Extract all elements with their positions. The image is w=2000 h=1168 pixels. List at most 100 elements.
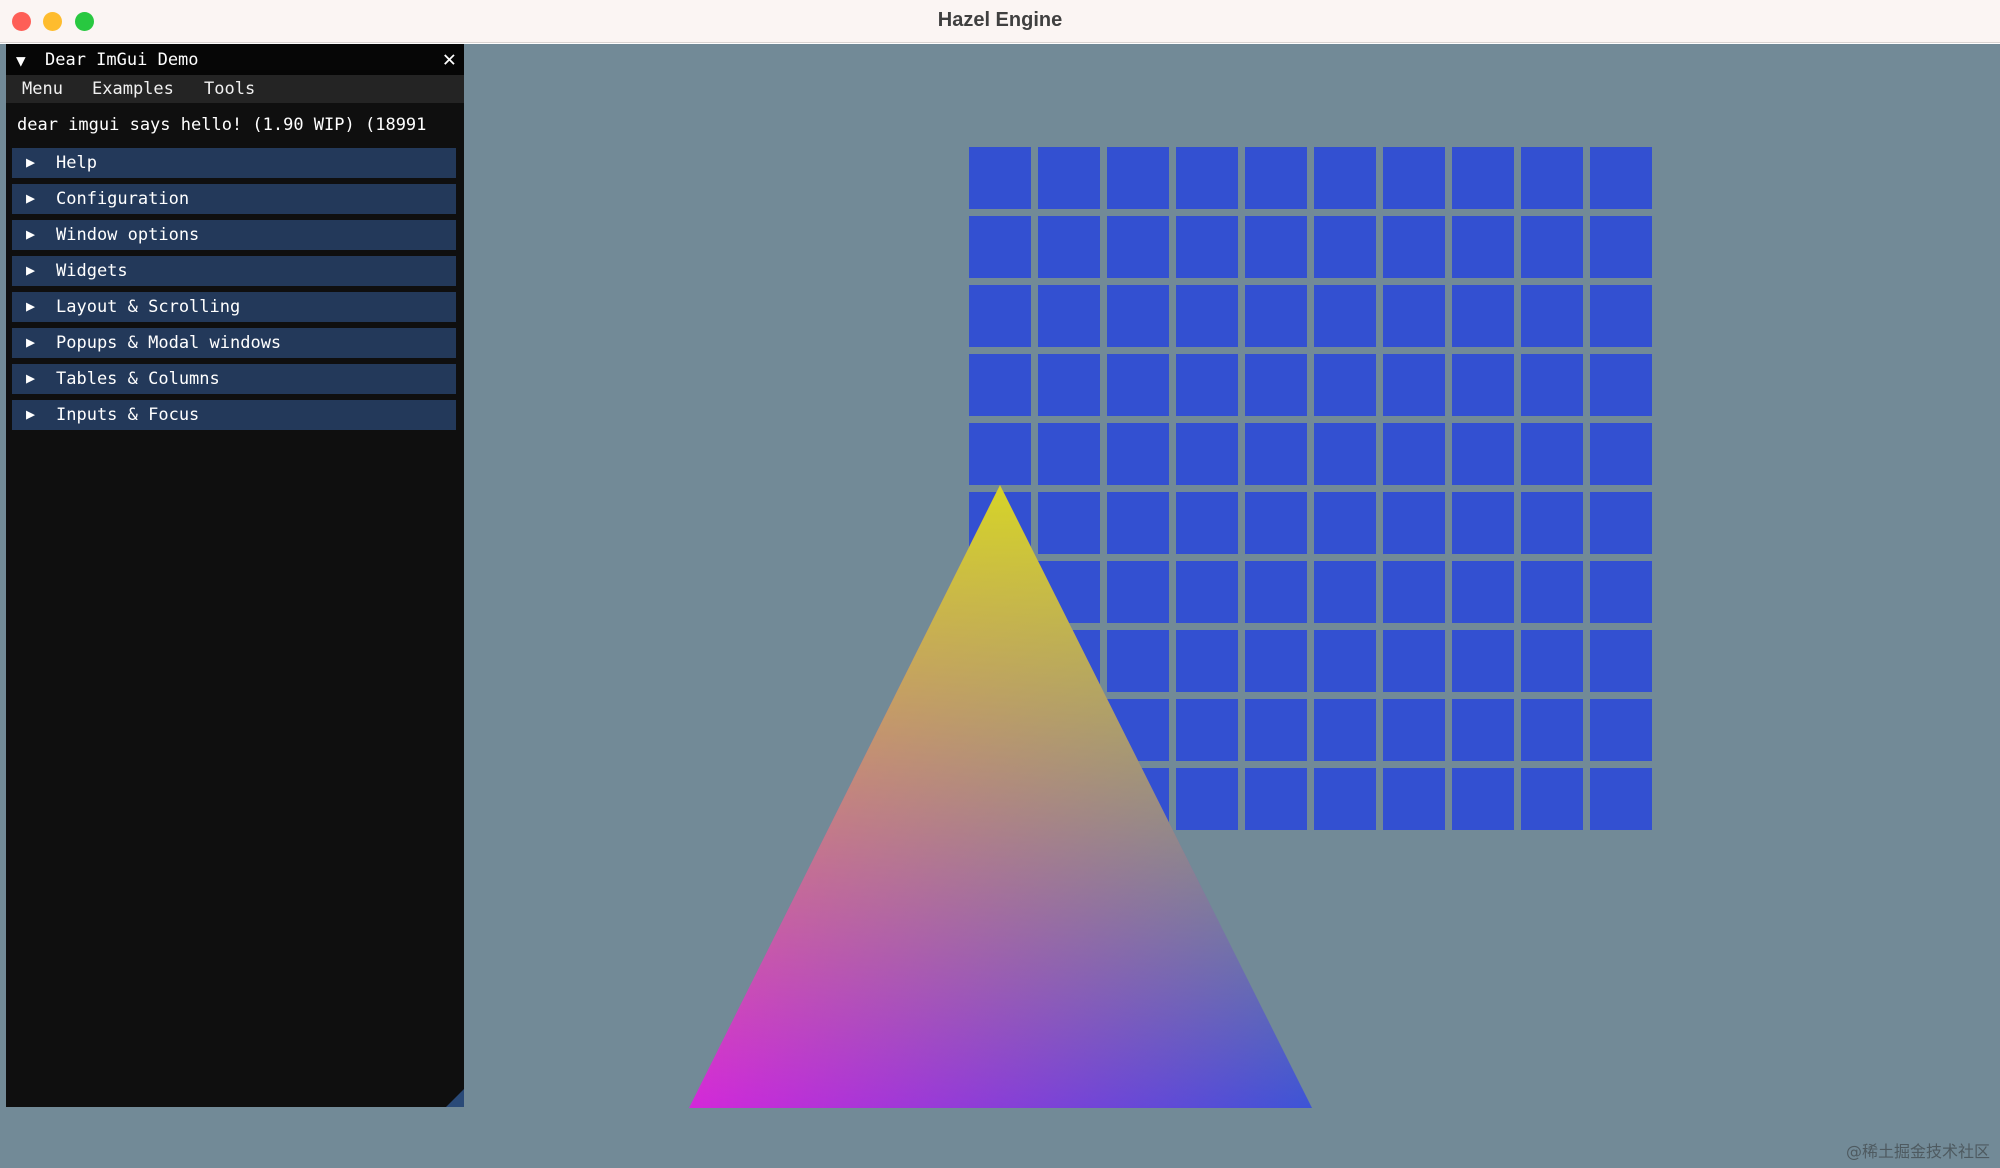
window-titlebar: Hazel Engine [0,0,2000,43]
grid-quad [1452,423,1514,485]
grid-quad [1452,699,1514,761]
expand-arrow-icon: ▶ [26,225,36,243]
grid-quad [1314,354,1376,416]
grid-quad [1314,768,1376,830]
grid-quad [1176,561,1238,623]
imgui-demo-window[interactable]: ▼ Dear ImGui Demo ✕ Menu Examples Tools … [6,44,464,1107]
header-label: Popups & Modal windows [56,333,282,353]
grid-quad [1452,561,1514,623]
grid-quad [1245,285,1307,347]
grid-quad [1038,285,1100,347]
grid-quad [969,147,1031,209]
grid-quad [1452,216,1514,278]
grid-quad [1314,147,1376,209]
grid-quad [1245,561,1307,623]
header-popups-modal[interactable]: ▶ Popups & Modal windows [12,328,456,358]
grid-quad [1314,423,1376,485]
imgui-titlebar[interactable]: ▼ Dear ImGui Demo ✕ [6,44,464,75]
grid-quad [1314,561,1376,623]
watermark-text: @稀土掘金技术社区 [1845,1142,1990,1161]
header-label: Widgets [56,261,128,281]
imgui-window-title: Dear ImGui Demo [45,50,199,70]
grid-quad [1314,492,1376,554]
grid-quad [1314,630,1376,692]
grid-quad [1176,285,1238,347]
grid-quad [1245,147,1307,209]
header-label: Layout & Scrolling [56,297,241,317]
grid-quad [1245,699,1307,761]
grid-quad [969,216,1031,278]
close-icon[interactable]: ✕ [443,47,456,72]
expand-arrow-icon: ▶ [26,297,36,315]
grid-quad [1245,423,1307,485]
grid-quad [1038,423,1100,485]
grid-quad [1107,285,1169,347]
grid-quad [1521,492,1583,554]
grid-quad [1314,699,1376,761]
grid-quad [1107,630,1169,692]
expand-arrow-icon: ▶ [26,333,36,351]
grid-quad [1452,285,1514,347]
grid-quad [1521,285,1583,347]
expand-arrow-icon: ▶ [26,261,36,279]
grid-quad [1107,216,1169,278]
grid-quad [1452,354,1514,416]
grid-quad [969,354,1031,416]
menu-item-tools[interactable]: Tools [204,79,255,99]
header-label: Tables & Columns [56,369,220,389]
grid-quad [1383,768,1445,830]
grid-quad [1107,492,1169,554]
grid-quad [1590,492,1652,554]
grid-quad [1176,423,1238,485]
collapse-triangle-icon[interactable]: ▼ [16,51,26,70]
grid-quad [1245,768,1307,830]
grid-quad [1521,216,1583,278]
grid-quad [1383,285,1445,347]
grid-quad [1176,147,1238,209]
grid-quad [1452,768,1514,830]
header-label: Configuration [56,189,190,209]
header-configuration[interactable]: ▶ Configuration [12,184,456,214]
header-tables-columns[interactable]: ▶ Tables & Columns [12,364,456,394]
grid-quad [1590,216,1652,278]
grid-quad [1176,492,1238,554]
grid-quad [1245,492,1307,554]
grid-quad [1452,147,1514,209]
menu-item-menu[interactable]: Menu [22,79,63,99]
grid-quad [1245,354,1307,416]
grid-quad [1452,630,1514,692]
expand-arrow-icon: ▶ [26,153,36,171]
window-title: Hazel Engine [937,9,1063,31]
grid-quad [1176,768,1238,830]
grid-quad [1590,561,1652,623]
header-window-options[interactable]: ▶ Window options [12,220,456,250]
grid-quad [1038,354,1100,416]
menu-item-examples[interactable]: Examples [92,79,174,99]
grid-quad [1107,423,1169,485]
grid-quad [1245,630,1307,692]
grid-quad [1038,492,1100,554]
grid-quad [1590,285,1652,347]
header-widgets[interactable]: ▶ Widgets [12,256,456,286]
grid-quad [1314,285,1376,347]
header-label: Inputs & Focus [56,405,200,425]
grid-quad [1590,699,1652,761]
grid-quad [1314,216,1376,278]
expand-arrow-icon: ▶ [26,189,36,207]
imgui-menubar: Menu Examples Tools [6,75,464,103]
grid-quad [1176,354,1238,416]
expand-arrow-icon: ▶ [26,369,36,387]
header-layout-scrolling[interactable]: ▶ Layout & Scrolling [12,292,456,322]
grid-quad [1590,630,1652,692]
header-help[interactable]: ▶ Help [12,148,456,178]
grid-quad [1383,561,1445,623]
grid-quad [1038,216,1100,278]
header-inputs-focus[interactable]: ▶ Inputs & Focus [12,400,456,430]
grid-quad [1383,492,1445,554]
grid-quad [1107,354,1169,416]
grid-quad [1107,147,1169,209]
grid-quad [1038,147,1100,209]
resize-grip[interactable] [446,1089,464,1107]
grid-quad [1521,630,1583,692]
expand-arrow-icon: ▶ [26,405,36,423]
